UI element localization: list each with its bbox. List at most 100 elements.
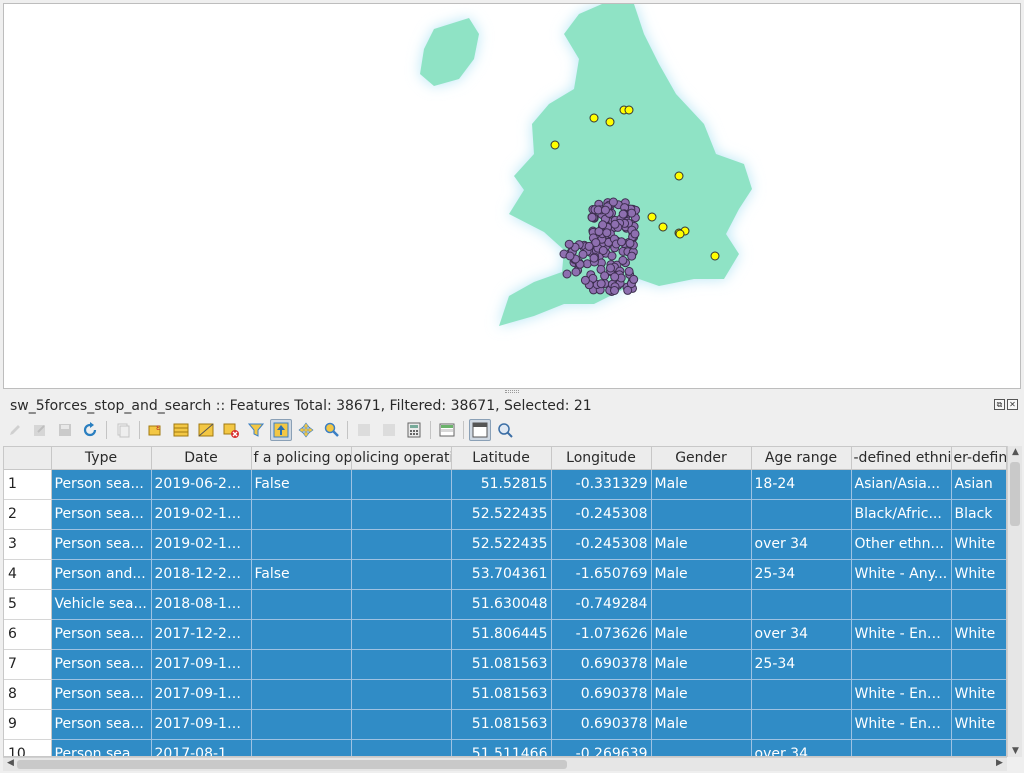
table-cell[interactable] <box>351 709 452 740</box>
table-cell[interactable]: Person sea... <box>51 499 152 530</box>
table-cell[interactable] <box>651 739 752 756</box>
table-cell[interactable]: 51.081563 <box>451 679 552 710</box>
scroll-up-icon[interactable]: ▲ <box>1008 447 1023 457</box>
table-cell[interactable]: White - Eng... <box>851 709 952 740</box>
table-cell[interactable]: 51.081563 <box>451 709 552 740</box>
table-cell[interactable]: 51.511466 <box>451 739 552 756</box>
invert-selection-button[interactable] <box>195 419 217 441</box>
table-cell[interactable] <box>951 649 1006 680</box>
table-cell[interactable]: -0.269639 <box>551 739 652 756</box>
table-cell[interactable]: Person sea... <box>51 529 152 560</box>
table-cell[interactable]: Male <box>651 619 752 650</box>
table-cell[interactable] <box>251 589 352 620</box>
table-cell[interactable]: Person sea... <box>51 739 152 756</box>
row-number[interactable]: 10 <box>4 739 52 756</box>
column-header[interactable]: Gender <box>651 447 752 470</box>
dock-table-button[interactable] <box>469 419 491 441</box>
pan-to-selection-button[interactable] <box>295 419 317 441</box>
column-header[interactable]: er-defin <box>951 447 1006 470</box>
attribute-table[interactable]: TypeDatef a policing opeolicing operatio… <box>3 446 1007 757</box>
filter-select-button[interactable] <box>245 419 267 441</box>
table-cell[interactable]: White <box>951 679 1006 710</box>
table-cell[interactable]: 0.690378 <box>551 709 652 740</box>
table-cell[interactable] <box>251 679 352 710</box>
column-header[interactable]: Type <box>51 447 152 470</box>
move-selection-top-button[interactable] <box>270 419 292 441</box>
scroll-down-icon[interactable]: ▼ <box>1008 746 1023 756</box>
table-cell[interactable]: 52.522435 <box>451 499 552 530</box>
table-row[interactable]: 10 Person sea... 2017-08-10... 51.511466 -0.… <box>4 739 1006 756</box>
multi-edit-button[interactable] <box>29 419 51 441</box>
row-number[interactable]: 3 <box>4 529 52 560</box>
table-cell[interactable]: Male <box>651 709 752 740</box>
horizontal-scroll-thumb[interactable] <box>17 760 567 769</box>
table-cell[interactable]: Asian/Asia... <box>851 469 952 500</box>
horizontal-scrollbar[interactable]: ◀ ▶ <box>3 757 1007 771</box>
table-cell[interactable]: 2017-08-10... <box>151 739 252 756</box>
table-cell[interactable]: Person sea... <box>51 709 152 740</box>
table-cell[interactable] <box>351 499 452 530</box>
float-panel-button[interactable]: ⧉ <box>994 399 1005 410</box>
table-cell[interactable]: Person and... <box>51 559 152 590</box>
table-cell[interactable] <box>351 649 452 680</box>
column-header[interactable]: f a policing ope <box>251 447 352 470</box>
add-feature-button[interactable] <box>112 419 134 441</box>
table-row[interactable]: 1 Person sea... 2019-06-20... False 51.52815… <box>4 469 1006 500</box>
column-header[interactable]: -defined ethni <box>851 447 952 470</box>
table-row[interactable]: 9 Person sea... 2017-09-16... 51.081563 0.69… <box>4 709 1006 740</box>
table-cell[interactable]: -1.650769 <box>551 559 652 590</box>
table-cell[interactable]: 2017-09-16... <box>151 709 252 740</box>
table-cell[interactable]: Male <box>651 469 752 500</box>
table-cell[interactable] <box>251 739 352 756</box>
actions-button[interactable] <box>494 419 516 441</box>
table-cell[interactable] <box>651 589 752 620</box>
table-cell[interactable] <box>351 589 452 620</box>
table-cell[interactable]: Asian <box>951 469 1006 500</box>
column-header[interactable]: Age range <box>751 447 852 470</box>
vertical-scrollbar[interactable]: ▲ ▼ <box>1007 446 1022 757</box>
table-cell[interactable]: Black <box>951 499 1006 530</box>
table-cell[interactable] <box>251 709 352 740</box>
table-cell[interactable]: 25-34 <box>751 559 852 590</box>
table-cell[interactable]: Male <box>651 649 752 680</box>
table-cell[interactable] <box>751 679 852 710</box>
table-cell[interactable]: 52.522435 <box>451 529 552 560</box>
table-cell[interactable]: White <box>951 529 1006 560</box>
table-row[interactable]: 2 Person sea... 2019-02-14... 52.522435 -0.2… <box>4 499 1006 530</box>
vertical-scroll-thumb[interactable] <box>1010 462 1020 526</box>
table-cell[interactable] <box>751 709 852 740</box>
table-cell[interactable]: Vehicle sea... <box>51 589 152 620</box>
table-row[interactable]: 7 Person sea... 2017-09-16... 51.081563 0.69… <box>4 649 1006 680</box>
column-header[interactable]: olicing operatio <box>351 447 452 470</box>
table-cell[interactable]: -0.749284 <box>551 589 652 620</box>
table-cell[interactable]: 2019-02-14... <box>151 499 252 530</box>
table-cell[interactable]: 2017-12-25... <box>151 619 252 650</box>
table-cell[interactable]: Person sea... <box>51 469 152 500</box>
table-cell[interactable]: 0.690378 <box>551 679 652 710</box>
table-cell[interactable]: Person sea... <box>51 679 152 710</box>
table-cell[interactable]: 2019-06-20... <box>151 469 252 500</box>
table-cell[interactable] <box>851 649 952 680</box>
table-cell[interactable] <box>251 619 352 650</box>
row-number[interactable]: 6 <box>4 619 52 650</box>
toggle-editing-button[interactable] <box>4 419 26 441</box>
table-cell[interactable]: -0.245308 <box>551 499 652 530</box>
table-cell[interactable]: -0.245308 <box>551 529 652 560</box>
close-panel-button[interactable]: ✕ <box>1007 399 1018 410</box>
table-cell[interactable]: 25-34 <box>751 649 852 680</box>
table-cell[interactable]: 53.704361 <box>451 559 552 590</box>
table-cell[interactable]: White <box>951 619 1006 650</box>
table-cell[interactable]: over 34 <box>751 529 852 560</box>
delete-field-button[interactable] <box>378 419 400 441</box>
table-cell[interactable]: Male <box>651 559 752 590</box>
table-row[interactable]: 3 Person sea... 2019-02-14... 52.522435 -0.2… <box>4 529 1006 560</box>
table-cell[interactable]: False <box>251 469 352 500</box>
table-cell[interactable] <box>351 619 452 650</box>
zoom-to-selection-button[interactable] <box>320 419 342 441</box>
reload-button[interactable] <box>79 419 101 441</box>
select-by-expression-button[interactable]: ε <box>145 419 167 441</box>
table-cell[interactable]: 2017-09-16... <box>151 679 252 710</box>
row-number[interactable]: 1 <box>4 469 52 500</box>
table-cell[interactable]: Male <box>651 679 752 710</box>
table-row[interactable]: 5 Vehicle sea... 2018-08-16... 51.630048 -0.… <box>4 589 1006 620</box>
